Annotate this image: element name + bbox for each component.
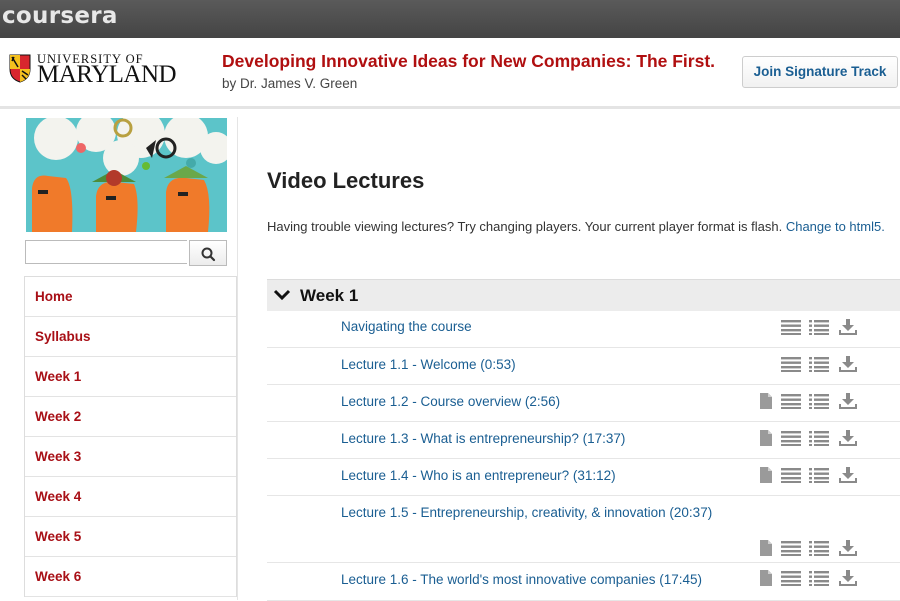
lecture-title-link[interactable]: Lecture 1.5 - Entrepreneurship, creativi…: [341, 505, 712, 520]
list-icon[interactable]: [808, 429, 830, 447]
document-icon[interactable]: [755, 569, 777, 587]
nav-label: Syllabus: [35, 329, 91, 344]
course-header: UNIVERSITY OF MARYLAND Developing Innova…: [0, 38, 900, 109]
lines-icon[interactable]: [780, 429, 802, 447]
player-notice: Having trouble viewing lectures? Try cha…: [267, 216, 900, 237]
lecture-row: Lecture 1.3 - What is entrepreneurship? …: [267, 421, 900, 459]
download-icon[interactable]: [837, 539, 859, 557]
lecture-title-link[interactable]: Lecture 1.6 - The world's most innovativ…: [341, 572, 702, 587]
nav-item-week-3[interactable]: Week 3: [25, 437, 236, 477]
left-sidebar: Home Syllabus Week 1 Week 2 Week 3 Week …: [24, 117, 237, 600]
nav-label: Week 6: [35, 569, 82, 584]
document-icon[interactable]: [755, 539, 777, 557]
lines-icon[interactable]: [780, 539, 802, 557]
maryland-seal-icon: [9, 54, 31, 83]
week-label: Week 1: [300, 286, 359, 305]
lecture-title-link[interactable]: Lecture 1.1 - Welcome (0:53): [341, 357, 516, 372]
lecture-row: Lecture 1.4 - Who is an entrepreneur? (3…: [267, 458, 900, 496]
lines-icon[interactable]: [780, 569, 802, 587]
lines-icon[interactable]: [780, 392, 802, 410]
lecture-title-link[interactable]: Lecture 1.2 - Course overview (2:56): [341, 394, 560, 409]
coursera-logo[interactable]: coursera: [2, 3, 118, 29]
nav-item-week-1[interactable]: Week 1: [25, 357, 236, 397]
lecture-title-link[interactable]: Lecture 1.3 - What is entrepreneurship? …: [341, 431, 625, 446]
nav-label: Home: [35, 289, 73, 304]
course-title[interactable]: Developing Innovative Ideas for New Comp…: [222, 51, 715, 72]
page-title: Video Lectures: [267, 168, 425, 193]
list-icon[interactable]: [808, 466, 830, 484]
lecture-row: Lecture 1.2 - Course overview (2:56): [267, 384, 900, 422]
list-icon[interactable]: [808, 392, 830, 410]
nav-label: Week 4: [35, 489, 82, 504]
week-1-section-header[interactable]: Week 1: [267, 279, 900, 311]
lecture-title-link[interactable]: Lecture 1.4 - Who is an entrepreneur? (3…: [341, 468, 616, 483]
nav-label: Week 1: [35, 369, 82, 384]
nav-item-home[interactable]: Home: [25, 277, 236, 317]
lines-icon[interactable]: [780, 466, 802, 484]
download-icon[interactable]: [837, 355, 859, 373]
player-notice-text: Having trouble viewing lectures? Try cha…: [267, 219, 783, 234]
list-icon[interactable]: [808, 318, 830, 336]
search-button[interactable]: [189, 240, 227, 266]
list-icon[interactable]: [808, 569, 830, 587]
join-signature-track-button[interactable]: Join Signature Track: [742, 56, 898, 88]
nav-item-week-5[interactable]: Week 5: [25, 517, 236, 557]
lecture-row: Navigating the course: [267, 310, 900, 348]
course-banner-image: [26, 118, 227, 232]
lecture-row: Lecture 1.1 - Welcome (0:53): [267, 347, 900, 385]
nav-item-week-4[interactable]: Week 4: [25, 477, 236, 517]
document-icon[interactable]: [755, 429, 777, 447]
nav-label: Week 5: [35, 529, 82, 544]
lecture-row: Lecture 1.5 - Entrepreneurship, creativi…: [267, 495, 900, 563]
university-line2: MARYLAND: [37, 61, 177, 88]
download-icon[interactable]: [837, 429, 859, 447]
nav-label: Week 2: [35, 409, 82, 424]
coursera-topbar: coursera: [0, 0, 900, 38]
document-icon[interactable]: [755, 466, 777, 484]
list-icon[interactable]: [808, 539, 830, 557]
download-icon[interactable]: [837, 318, 859, 336]
main-content: Video Lectures Having trouble viewing le…: [238, 117, 900, 601]
search-icon: [201, 247, 216, 262]
lecture-title-link[interactable]: Navigating the course: [341, 319, 472, 334]
nav-item-syllabus[interactable]: Syllabus: [25, 317, 236, 357]
download-icon[interactable]: [837, 392, 859, 410]
lines-icon[interactable]: [780, 318, 802, 336]
list-icon[interactable]: [808, 355, 830, 373]
university-logo[interactable]: UNIVERSITY OF MARYLAND: [8, 51, 178, 91]
nav-item-week-2[interactable]: Week 2: [25, 397, 236, 437]
search-input[interactable]: [25, 240, 187, 264]
nav-label: Week 3: [35, 449, 82, 464]
document-icon[interactable]: [755, 392, 777, 410]
search-bar: [25, 240, 227, 266]
download-icon[interactable]: [837, 466, 859, 484]
course-instructor: by Dr. James V. Green: [222, 76, 358, 91]
lines-icon[interactable]: [780, 355, 802, 373]
nav-item-week-6[interactable]: Week 6: [25, 557, 236, 597]
change-player-link[interactable]: Change to html5.: [786, 219, 885, 234]
lecture-row: Lecture 1.6 - The world's most innovativ…: [267, 562, 900, 601]
course-nav: Home Syllabus Week 1 Week 2 Week 3 Week …: [24, 276, 237, 597]
download-icon[interactable]: [837, 569, 859, 587]
chevron-down-icon: [273, 289, 291, 301]
